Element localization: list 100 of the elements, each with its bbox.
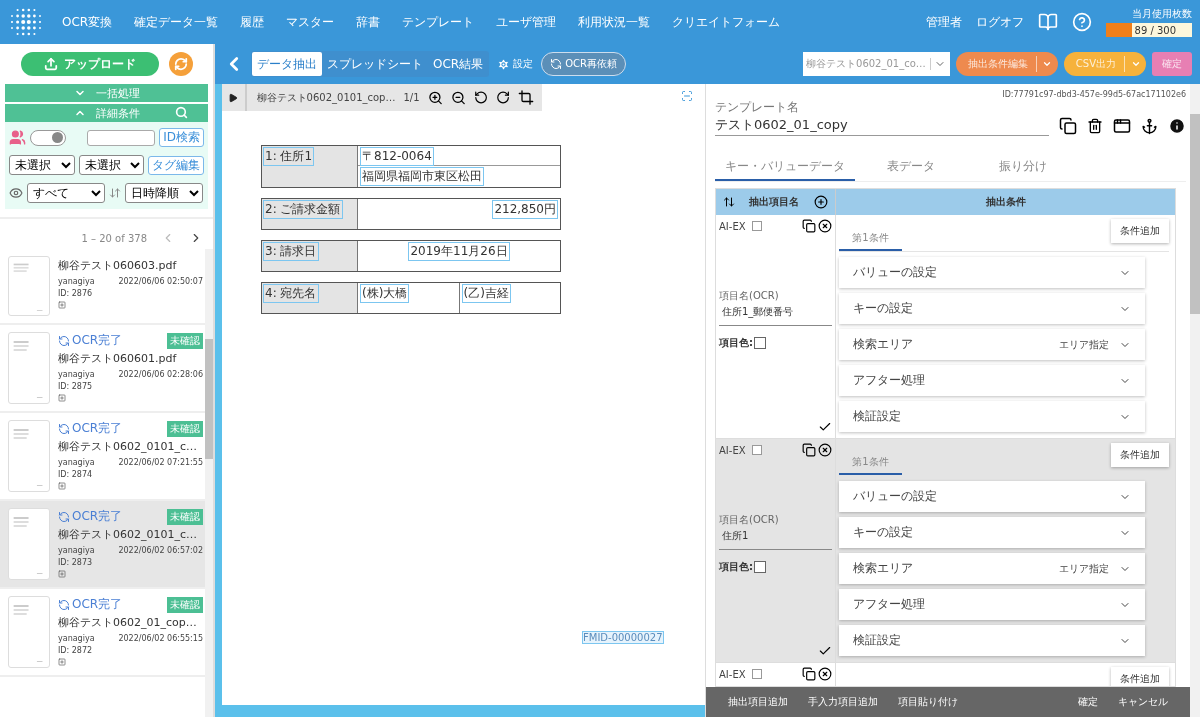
footer-button[interactable]: 項目貼り付け xyxy=(898,695,958,709)
expand-icon[interactable] xyxy=(58,482,66,490)
view-tab[interactable]: OCR結果 xyxy=(428,52,489,76)
nav-link[interactable]: 辞書 xyxy=(356,13,381,31)
settings-button[interactable]: 設定 xyxy=(495,57,536,71)
view-tab[interactable]: データ抽出 xyxy=(252,52,322,76)
scrollbar[interactable] xyxy=(1190,84,1200,717)
nav-link[interactable]: マスター xyxy=(286,13,335,31)
close-icon[interactable] xyxy=(818,443,832,457)
logout-link[interactable]: ログオフ xyxy=(976,13,1024,31)
copy-icon[interactable] xyxy=(802,219,816,233)
nav-link[interactable]: 履歴 xyxy=(240,13,265,31)
footer-button[interactable]: キャンセル xyxy=(1118,695,1168,709)
reocr-button[interactable]: OCR再依頼 xyxy=(541,52,626,76)
ocr-status: OCR完了 xyxy=(58,508,123,525)
field-value: 212,850円 xyxy=(492,200,558,219)
column-header: 抽出項目名 xyxy=(749,195,800,209)
color-swatch[interactable] xyxy=(754,337,766,349)
focus-icon[interactable] xyxy=(681,90,693,102)
settings-accordion[interactable]: 検証設定 xyxy=(839,401,1145,432)
rotate-right-icon[interactable] xyxy=(495,90,510,105)
add-condition-button[interactable]: 条件追加 xyxy=(1111,443,1169,467)
view-select[interactable]: すべて xyxy=(27,183,105,203)
nav-link[interactable]: ユーザ管理 xyxy=(496,13,557,31)
data-tab[interactable]: 振り分け xyxy=(967,154,1079,181)
copy-icon[interactable] xyxy=(802,667,816,681)
template-name-field[interactable]: テスト0602_01_copy xyxy=(715,116,1049,136)
field-label: 1: 住所1 xyxy=(263,147,315,166)
template-label: テンプレート名 xyxy=(715,99,800,116)
id-search-button[interactable]: ID検索 xyxy=(159,128,204,147)
color-swatch[interactable] xyxy=(754,561,766,573)
id-field[interactable] xyxy=(87,129,156,146)
checkbox[interactable] xyxy=(751,445,762,455)
expand-icon[interactable] xyxy=(58,658,66,666)
check-icon[interactable] xyxy=(818,644,832,658)
file-date: 2022/06/02 07:21:55 xyxy=(118,458,203,467)
filter-select[interactable]: 未選択 xyxy=(9,155,75,175)
condition-tab[interactable]: 第1条件 xyxy=(839,219,902,251)
user-name: yanagiya xyxy=(58,634,95,643)
book-icon[interactable] xyxy=(1038,12,1058,32)
sort-icon[interactable] xyxy=(723,196,736,208)
data-tab[interactable]: キー・バリューデータ xyxy=(715,154,855,181)
user-name: yanagiya xyxy=(58,370,95,379)
add-condition-button[interactable]: 条件追加 xyxy=(1111,219,1169,243)
checkbox[interactable] xyxy=(751,669,762,679)
expand-icon[interactable] xyxy=(58,394,66,402)
zoom-out-icon[interactable] xyxy=(450,89,466,106)
close-icon[interactable] xyxy=(818,667,832,681)
file-item[interactable]: OCR完了 未確認 柳谷テスト0602_0101_c… yanagiya 2022/06/02 06:57:02 ID: 2873 xyxy=(0,501,205,589)
nav-link[interactable]: クリエイトフォーム xyxy=(672,13,781,31)
info-icon[interactable] xyxy=(1168,117,1186,135)
copy-icon[interactable] xyxy=(802,443,816,457)
field-row[interactable]: AI-EX 項目名(OCR) 住所1_郵便番号 項目色: 第1条件 条件追加 バリューの設定 キーの設定 検索エリア エリア指定 アフター処理 検証設定 xyxy=(716,215,1175,439)
nav-link[interactable]: OCR変換 xyxy=(62,13,113,31)
nav-link[interactable]: 利用状況一覧 xyxy=(578,13,651,31)
ocr-name-field[interactable]: 住所1 xyxy=(719,527,832,550)
view-tab[interactable]: スプレッドシート xyxy=(322,52,428,76)
add-icon[interactable] xyxy=(813,195,828,209)
settings-accordion[interactable]: アフター処理 xyxy=(839,365,1145,396)
footer-button[interactable]: 手入力項目追加 xyxy=(808,695,878,709)
template-select[interactable]: 柳谷テスト0602_01_co… xyxy=(803,52,950,76)
settings-accordion[interactable]: 検証設定 xyxy=(839,625,1145,656)
settings-accordion[interactable]: 検索エリア エリア指定 xyxy=(839,329,1145,360)
checkbox[interactable] xyxy=(751,221,762,231)
tag-edit-button[interactable]: タグ編集 xyxy=(148,155,204,175)
data-tab[interactable]: 表データ xyxy=(855,154,967,181)
user-link[interactable]: 管理者 xyxy=(926,13,962,31)
window-icon[interactable] xyxy=(1113,117,1131,135)
help-icon[interactable] xyxy=(1072,12,1092,32)
settings-accordion[interactable]: キーの設定 xyxy=(839,293,1145,324)
sort-select[interactable]: 日時降順 xyxy=(125,183,203,203)
file-date: 2022/06/06 02:28:06 xyxy=(118,370,203,379)
nav-link[interactable]: テンプレート xyxy=(402,13,475,31)
close-icon[interactable] xyxy=(818,219,832,233)
nav-link[interactable]: 確定データ一覧 xyxy=(134,13,219,31)
zoom-in-icon[interactable] xyxy=(427,89,443,106)
ai-label: AI-EX xyxy=(719,668,746,680)
footer-button[interactable]: 確定 xyxy=(1078,695,1098,709)
rotate-left-icon[interactable] xyxy=(473,90,488,105)
trash-icon[interactable] xyxy=(1087,118,1103,134)
ocr-label: 項目名(OCR) xyxy=(719,289,780,303)
condition-tab[interactable]: 第1条件 xyxy=(839,443,902,475)
toggle-switch[interactable] xyxy=(30,129,66,146)
settings-accordion[interactable]: 検索エリア エリア指定 xyxy=(839,553,1145,584)
settings-accordion[interactable]: キーの設定 xyxy=(839,517,1145,548)
field-row[interactable]: AI-EX 項目名(OCR) 住所1 項目色: 第1条件 条件追加 バリューの設定 キーの設定 検索エリア エリア指定 アフター処理 検証設定 xyxy=(716,439,1175,663)
filter-select[interactable]: 未選択 xyxy=(78,155,144,175)
expand-icon[interactable] xyxy=(58,301,66,309)
crop-icon[interactable] xyxy=(518,89,534,106)
play-icon[interactable] xyxy=(228,92,239,103)
footer-button[interactable]: 抽出項目追加 xyxy=(728,695,788,709)
scrollbar[interactable] xyxy=(205,249,213,717)
settings-accordion[interactable]: アフター処理 xyxy=(839,589,1145,620)
ocr-name-field[interactable]: 住所1_郵便番号 xyxy=(719,303,832,326)
add-condition-button[interactable]: 条件追加 xyxy=(1111,667,1169,686)
settings-accordion[interactable]: バリューの設定 xyxy=(839,257,1145,288)
copy-icon[interactable] xyxy=(1059,117,1077,135)
anchor-icon[interactable] xyxy=(1141,117,1158,135)
settings-accordion[interactable]: バリューの設定 xyxy=(839,481,1145,512)
check-icon[interactable] xyxy=(818,420,832,434)
